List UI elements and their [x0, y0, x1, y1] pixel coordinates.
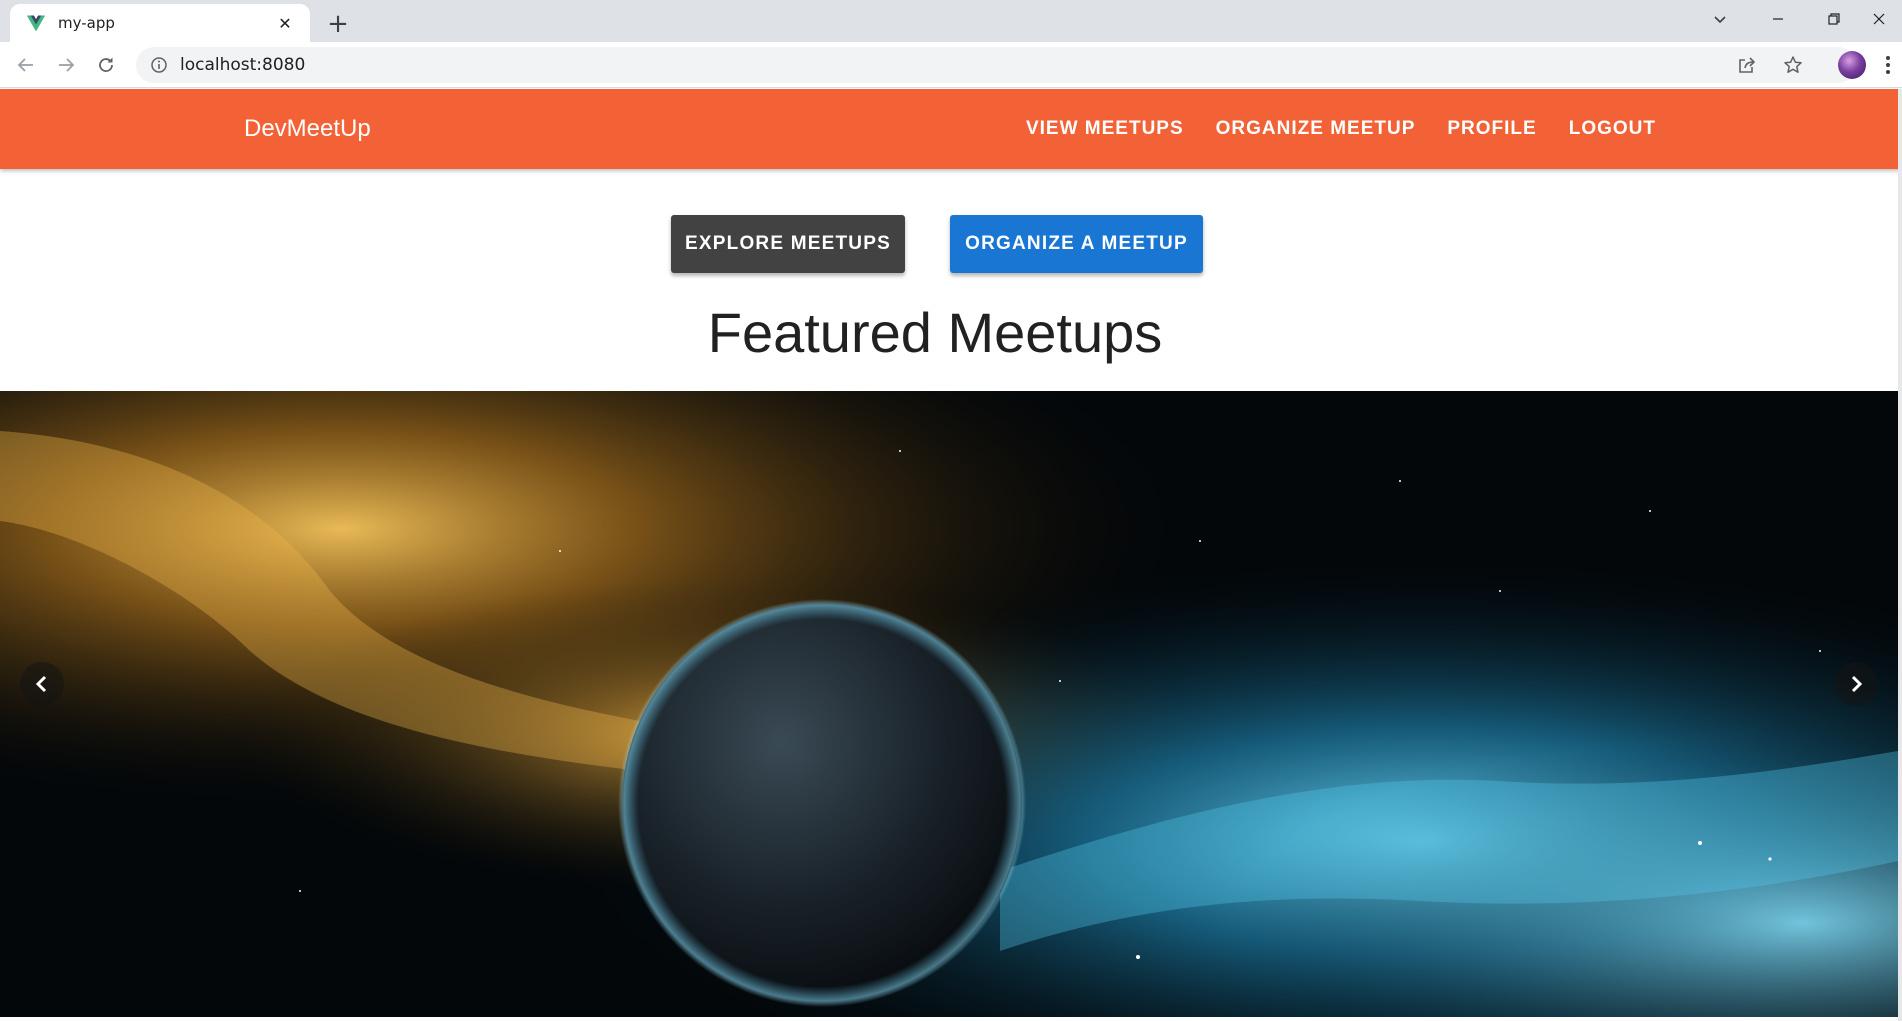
arrow-left-icon	[17, 58, 33, 72]
nav-logout[interactable]: LOGOUT	[1553, 118, 1672, 140]
url-text: localhost:8080	[180, 55, 306, 75]
vue-logo-icon	[26, 15, 46, 32]
chevron-right-icon	[1851, 675, 1863, 693]
carousel-next-button[interactable]	[1834, 662, 1878, 706]
carousel-slide-image	[0, 391, 1898, 1017]
nav-profile[interactable]: PROFILE	[1431, 118, 1552, 140]
tab-close-icon[interactable]: ✕	[274, 12, 296, 34]
carousel-prev-button[interactable]	[20, 662, 64, 706]
share-button[interactable]	[1732, 50, 1762, 80]
arrow-right-icon	[59, 58, 75, 72]
chevron-down-icon	[1714, 16, 1726, 24]
nav-links: VIEW MEETUPS ORGANIZE MEETUP PROFILE LOG…	[1010, 89, 1672, 169]
restore-icon	[1828, 13, 1840, 25]
chevron-left-icon	[35, 675, 47, 693]
avatar[interactable]	[1838, 51, 1866, 79]
star-icon	[1784, 56, 1802, 73]
reload-icon	[99, 57, 113, 72]
forward-button[interactable]	[50, 49, 82, 81]
browser-toolbar: localhost:8080	[0, 42, 1902, 88]
share-icon	[1739, 57, 1756, 73]
close-window-button[interactable]	[1856, 0, 1902, 38]
page-scrollbar[interactable]	[1898, 89, 1902, 1021]
browser-tabstrip: my-app ✕ +	[0, 0, 1902, 42]
nav-organize-meetup[interactable]: ORGANIZE MEETUP	[1200, 118, 1432, 140]
page-title: Featured Meetups	[707, 301, 1163, 364]
new-tab-button[interactable]: +	[322, 8, 354, 40]
organize-meetup-button[interactable]: ORGANIZE A MEETUP	[950, 215, 1203, 273]
bookmark-button[interactable]	[1778, 50, 1808, 80]
address-bar[interactable]: localhost:8080	[136, 47, 1856, 83]
minimize-icon	[1773, 18, 1783, 20]
reload-button[interactable]	[90, 49, 122, 81]
browser-tab[interactable]: my-app ✕	[10, 4, 310, 42]
page-viewport: DevMeetUp VIEW MEETUPS ORGANIZE MEETUP P…	[0, 89, 1902, 1021]
tab-title: my-app	[58, 14, 115, 32]
restore-button[interactable]	[1808, 0, 1860, 38]
info-icon[interactable]	[150, 56, 168, 74]
explore-meetups-button[interactable]: EXPLORE MEETUPS	[671, 215, 905, 273]
brand-title[interactable]: DevMeetUp	[244, 89, 371, 169]
app-toolbar: DevMeetUp VIEW MEETUPS ORGANIZE MEETUP P…	[0, 89, 1902, 169]
back-button[interactable]	[10, 49, 42, 81]
tab-search-button[interactable]	[1694, 0, 1746, 38]
kebab-menu-icon[interactable]	[1878, 51, 1898, 79]
featured-carousel[interactable]	[0, 391, 1898, 1017]
close-icon	[1873, 13, 1885, 25]
nav-view-meetups[interactable]: VIEW MEETUPS	[1010, 118, 1200, 140]
minimize-button[interactable]	[1752, 0, 1804, 38]
